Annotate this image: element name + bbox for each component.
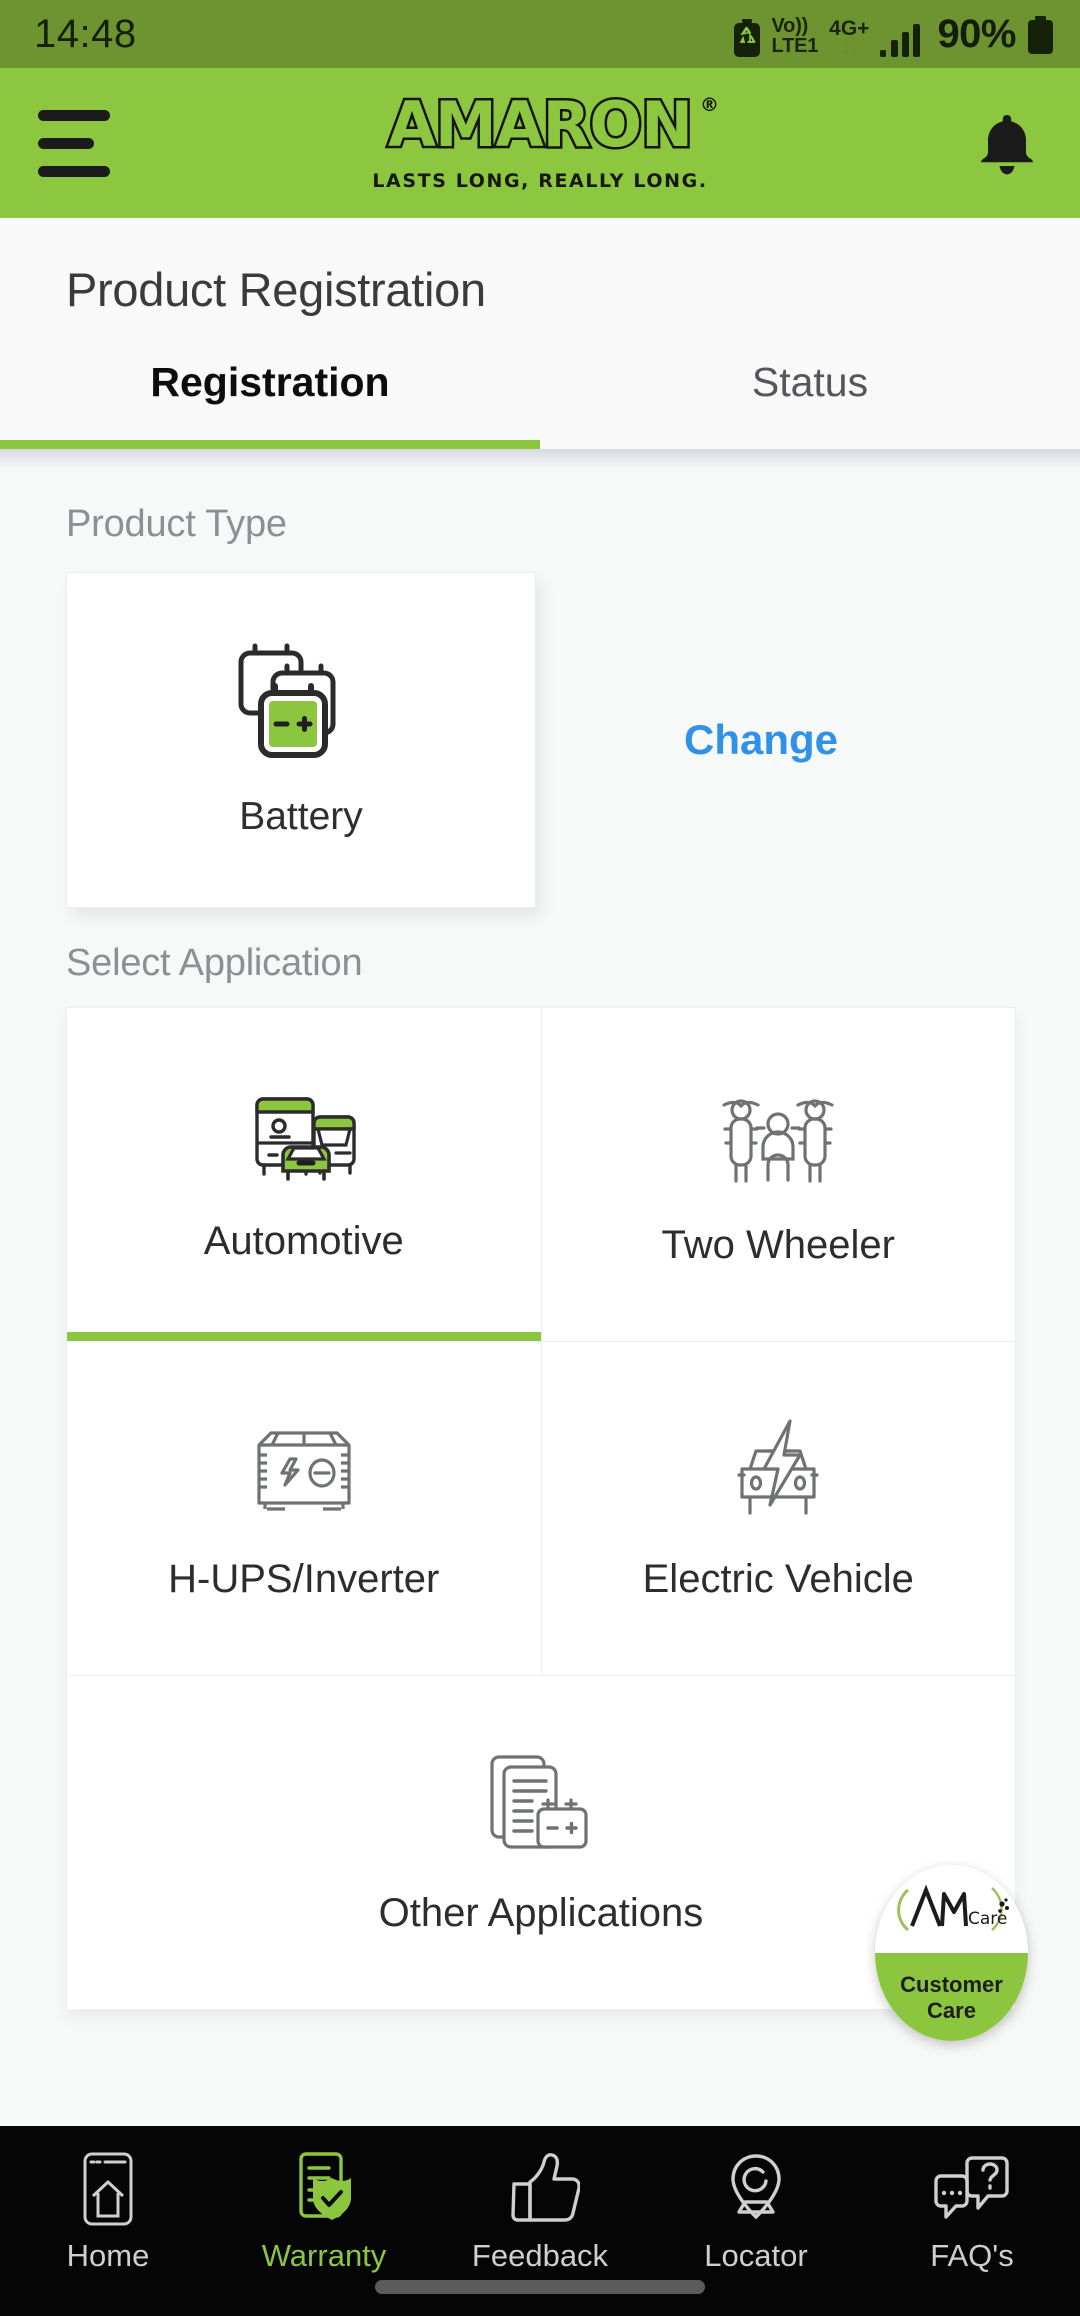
status-icons: Vo)) LTE1 4G+ ↓↑ 90%: [733, 12, 1054, 57]
data-type-label: 4G+: [829, 16, 870, 40]
select-application-label: Select Application: [66, 942, 363, 984]
tab-indicator-active: [0, 440, 540, 449]
change-product-type-button[interactable]: Change: [684, 716, 838, 764]
bottom-navigation: Home Warranty Feedback Locator FAQ's: [0, 2126, 1080, 2316]
volte-top: Vo)): [771, 14, 809, 37]
nav-label: Feedback: [471, 2238, 609, 2273]
amcare-logo: Care: [875, 1865, 1028, 1953]
4g-plus-icon: 4G+ ↓↑: [829, 16, 870, 58]
battery-icon: [1028, 15, 1053, 54]
product-type-row: Battery Change: [0, 546, 1080, 908]
volte-bottom: LTE1: [771, 35, 819, 58]
amcare-logo-icon: Care: [896, 1884, 1009, 1932]
nav-item-home[interactable]: Home: [0, 2150, 216, 2274]
nav-label: Home: [66, 2238, 150, 2273]
application-label: Automotive: [203, 1218, 404, 1263]
application-label: H-UPS/Inverter: [168, 1557, 440, 1601]
brand-tagline: LASTS LONG, REALLY LONG.: [372, 170, 708, 192]
application-card-hups-inverter[interactable]: H-UPS/Inverter: [67, 1342, 541, 1675]
nav-item-feedback[interactable]: Feedback: [432, 2150, 648, 2274]
chat-question-icon: [934, 2156, 1009, 2219]
signal-bars-icon: [880, 23, 921, 57]
customer-care-button[interactable]: Care Customer Care: [875, 1865, 1028, 2041]
electric-car-icon: [737, 1419, 819, 1515]
hamburger-line-1: [38, 109, 110, 121]
tab-indicator-inactive: [540, 440, 1080, 449]
application-card-two-wheeler[interactable]: Two Wheeler: [541, 1008, 1015, 1341]
tab-status[interactable]: Status: [540, 359, 1080, 440]
product-type-label: Product Type: [66, 503, 287, 545]
nav-label: Locator: [704, 2238, 808, 2273]
product-type-name: Battery: [239, 795, 363, 838]
care-line-2: Care: [927, 1998, 976, 2023]
home-screen-icon: [83, 2152, 133, 2226]
data-saver-icon: [733, 18, 760, 57]
bell-icon[interactable]: [976, 111, 1038, 175]
tab-indicator: [0, 440, 1080, 449]
thumbs-up-icon: [511, 2153, 580, 2222]
automotive-vehicles-icon: [255, 1096, 356, 1181]
inverter-box-icon: [257, 1431, 351, 1511]
header-shadow-divider: [0, 449, 1080, 469]
nav-item-locator[interactable]: Locator: [648, 2150, 864, 2274]
page-header: Product Registration Registration Status: [0, 218, 1080, 469]
nav-label: FAQ's: [930, 2238, 1014, 2273]
application-label: Two Wheeler: [661, 1223, 895, 1267]
nav-label: Warranty: [261, 2238, 387, 2273]
warranty-shield-icon: [299, 2152, 351, 2220]
app-header: AMARON ® LASTS LONG, REALLY LONG.: [0, 68, 1080, 218]
brand-logo: AMARON ® LASTS LONG, REALLY LONG.: [0, 91, 1080, 192]
application-grid: Automotive Two Wheeler H-UPS/Inverter El…: [66, 1007, 1016, 2010]
app-screen: 14:48 Vo)) LTE1 4G+ ↓↑ 90% AMARON ® LAST…: [0, 0, 1080, 2316]
hamburger-line-2: [38, 137, 94, 149]
brand-trademark: ®: [700, 94, 719, 116]
hamburger-line-3: [38, 165, 110, 177]
application-card-other-applications[interactable]: Other Applications: [67, 1676, 1015, 2009]
documents-battery-icon: [490, 1755, 588, 1849]
hamburger-menu-icon[interactable]: [38, 109, 110, 177]
product-type-card-battery[interactable]: Battery: [66, 572, 536, 908]
tab-registration[interactable]: Registration: [0, 359, 540, 440]
status-time: 14:48: [34, 11, 137, 56]
two-wheeler-icon: [722, 1099, 834, 1183]
gesture-home-bar[interactable]: [375, 2280, 705, 2294]
application-label: Electric Vehicle: [642, 1557, 914, 1601]
nav-item-faqs[interactable]: FAQ's: [864, 2150, 1080, 2274]
application-card-electric-vehicle[interactable]: Electric Vehicle: [541, 1342, 1015, 1675]
volte-icon: Vo)) LTE1: [771, 14, 819, 58]
nav-item-warranty[interactable]: Warranty: [216, 2150, 432, 2274]
page-title: Product Registration: [66, 263, 486, 316]
brand-name: AMARON: [386, 88, 696, 161]
battery-stack-icon: [238, 643, 336, 758]
application-label: Other Applications: [378, 1891, 704, 1935]
care-line-1: Customer: [900, 1972, 1003, 1998]
tab-bar: Registration Status: [0, 359, 1080, 440]
status-bar: 14:48 Vo)) LTE1 4G+ ↓↑ 90%: [0, 0, 1080, 68]
data-arrows: ↓↑: [841, 38, 858, 58]
map-pin-icon: [731, 2154, 781, 2220]
battery-percent-label: 90%: [937, 11, 1016, 56]
application-card-automotive[interactable]: Automotive: [67, 1008, 541, 1341]
